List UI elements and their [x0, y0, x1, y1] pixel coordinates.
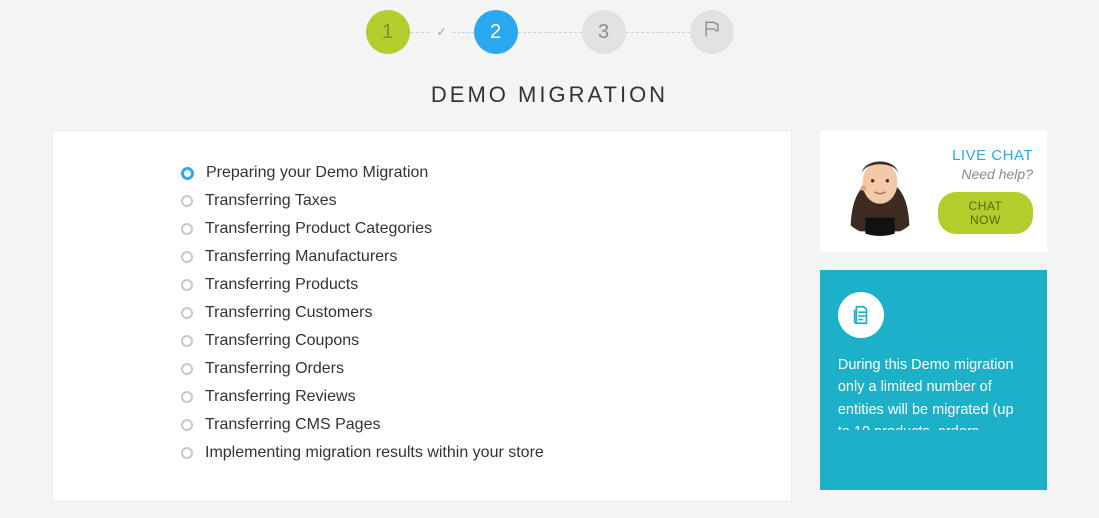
page-title: DEMO MIGRATION — [0, 82, 1099, 108]
progress-circle-icon — [181, 251, 193, 263]
step-2[interactable]: 2 — [474, 10, 518, 54]
sidebar: LIVE CHAT Need help? CHAT NOW During thi… — [820, 130, 1047, 490]
chat-now-button[interactable]: CHAT NOW — [938, 192, 1033, 234]
progress-item-label: Transferring Taxes — [205, 187, 337, 215]
progress-item-label: Transferring CMS Pages — [205, 411, 380, 439]
progress-item: Transferring Taxes — [181, 187, 763, 215]
stepper: 1 ✓ 2 3 — [0, 0, 1099, 54]
check-icon: ✓ — [436, 25, 446, 39]
step-3-label: 3 — [598, 21, 609, 44]
stepper-connector-1: ✓ — [410, 25, 474, 39]
progress-circle-icon — [181, 335, 193, 347]
progress-item: Transferring CMS Pages — [181, 411, 763, 439]
progress-item: Preparing your Demo Migration — [181, 159, 763, 187]
step-2-label: 2 — [490, 21, 501, 44]
step-1-label: 1 — [382, 21, 393, 44]
progress-item-label: Transferring Orders — [205, 355, 344, 383]
progress-circle-icon — [181, 279, 193, 291]
progress-item: Transferring Orders — [181, 355, 763, 383]
progress-item-label: Transferring Products — [205, 271, 358, 299]
step-3[interactable]: 3 — [582, 10, 626, 54]
progress-item: Transferring Products — [181, 271, 763, 299]
progress-circle-icon — [181, 223, 193, 235]
step-1[interactable]: 1 — [366, 10, 410, 54]
info-card: During this Demo migration only a limite… — [820, 270, 1047, 490]
progress-circle-icon — [181, 167, 194, 180]
stepper-connector-3 — [626, 32, 690, 33]
live-chat-card: LIVE CHAT Need help? CHAT NOW — [820, 130, 1047, 252]
progress-item: Transferring Customers — [181, 299, 763, 327]
progress-item-label: Transferring Manufacturers — [205, 243, 397, 271]
progress-circle-icon — [181, 307, 193, 319]
progress-circle-icon — [181, 195, 193, 207]
progress-item-label: Implementing migration results within yo… — [205, 439, 544, 467]
document-icon — [838, 292, 884, 338]
progress-item: Transferring Product Categories — [181, 215, 763, 243]
progress-circle-icon — [181, 419, 193, 431]
support-avatar — [834, 144, 926, 236]
flag-icon — [702, 19, 722, 45]
migration-progress-panel: Preparing your Demo Migration Transferri… — [52, 130, 792, 502]
progress-item: Implementing migration results within yo… — [181, 439, 763, 467]
info-text: During this Demo migration only a limite… — [838, 357, 1014, 463]
progress-list: Preparing your Demo Migration Transferri… — [181, 159, 763, 467]
live-chat-subtitle: Need help? — [938, 166, 1033, 182]
progress-item-label: Transferring Product Categories — [205, 215, 432, 243]
progress-item-label: Transferring Coupons — [205, 327, 359, 355]
live-chat-title: LIVE CHAT — [938, 147, 1033, 164]
progress-circle-icon — [181, 363, 193, 375]
step-final[interactable] — [690, 10, 734, 54]
stepper-connector-2 — [518, 32, 582, 33]
progress-item-label: Preparing your Demo Migration — [206, 159, 428, 187]
progress-item-label: Transferring Customers — [205, 299, 372, 327]
progress-item-label: Transferring Reviews — [205, 383, 356, 411]
progress-item: Transferring Manufacturers — [181, 243, 763, 271]
progress-circle-icon — [181, 391, 193, 403]
progress-circle-icon — [181, 447, 193, 459]
progress-item: Transferring Coupons — [181, 327, 763, 355]
progress-item: Transferring Reviews — [181, 383, 763, 411]
